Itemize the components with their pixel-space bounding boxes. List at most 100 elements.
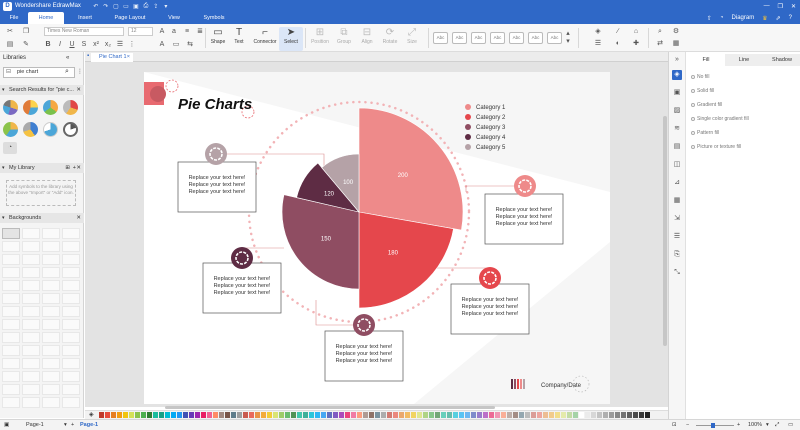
background-thumbnail[interactable]: [2, 241, 20, 252]
shadow-icon[interactable]: ◐: [614, 40, 622, 48]
zoom-in-icon[interactable]: +: [737, 420, 740, 430]
background-thumbnail[interactable]: [22, 267, 40, 278]
background-thumbnail[interactable]: [42, 254, 60, 265]
callout-text-line[interactable]: Replace your text here!: [496, 207, 553, 213]
text-tool-button[interactable]: T Text: [227, 27, 251, 51]
cut-icon[interactable]: ✂: [6, 28, 14, 36]
background-thumbnail[interactable]: [62, 345, 80, 356]
color-swatch[interactable]: [147, 412, 152, 418]
shapes-icon[interactable]: ✚: [632, 40, 640, 48]
color-swatch[interactable]: [375, 412, 380, 418]
callout-text-line[interactable]: Replace your text here!: [336, 344, 393, 350]
tab-shadow[interactable]: Shadow: [763, 54, 800, 66]
background-thumbnail[interactable]: [22, 371, 40, 382]
lock-icon[interactable]: ⌂: [632, 28, 640, 36]
callout-text-line[interactable]: Replace your text here!: [214, 276, 271, 282]
rotate-button[interactable]: ⟳ Rotate: [378, 27, 402, 51]
page-tab-active[interactable]: Page-1: [80, 420, 98, 430]
tab-home[interactable]: Home: [28, 12, 64, 24]
option-single-color-gradient-fill[interactable]: Single color gradient fill: [691, 116, 749, 122]
tab-fill[interactable]: Fill: [687, 54, 725, 66]
find-icon[interactable]: ⌕: [656, 28, 664, 36]
color-swatch[interactable]: [567, 412, 572, 418]
background-thumbnail[interactable]: [2, 254, 20, 265]
save-icon[interactable]: ▣: [131, 3, 141, 10]
background-thumbnail[interactable]: [42, 358, 60, 369]
background-thumbnail[interactable]: [22, 293, 40, 304]
tab-line[interactable]: Line: [725, 54, 763, 66]
color-swatch[interactable]: [591, 412, 596, 418]
text-direction-icon[interactable]: ⇆: [186, 41, 194, 49]
callout-text-line[interactable]: Replace your text here!: [189, 189, 246, 195]
callout-text-line[interactable]: Replace your text here!: [189, 175, 246, 181]
callout-text-line[interactable]: Replace your text here!: [496, 214, 553, 220]
background-thumbnail[interactable]: [22, 306, 40, 317]
numbering-icon[interactable]: ⋮: [128, 41, 136, 49]
size-button[interactable]: ⤢ Size: [400, 27, 424, 51]
format-painter-icon[interactable]: ✎: [22, 41, 30, 49]
style-preset-2[interactable]: Abc: [452, 32, 467, 44]
user-diagram-menu[interactable]: Diagram: [728, 15, 759, 21]
pie-symbol-2[interactable]: [23, 100, 38, 115]
color-swatch[interactable]: [585, 412, 590, 418]
page-dropdown-icon[interactable]: ▾: [64, 420, 67, 430]
undo-icon[interactable]: ↶: [91, 3, 101, 10]
search-options-icon[interactable]: ⋮: [77, 68, 83, 75]
open-folder-icon[interactable]: ▭: [121, 3, 131, 10]
data-panel-icon[interactable]: ◫: [672, 160, 682, 170]
fill-panel-icon[interactable]: ◈: [672, 70, 682, 80]
color-swatch[interactable]: [471, 412, 476, 418]
select-tool-button[interactable]: ➤ Select: [279, 27, 303, 51]
pie-symbol-9[interactable]: ◔: [3, 142, 17, 154]
export-icon[interactable]: ⇪: [151, 3, 161, 10]
search-results-section[interactable]: ▾ Search Results for "pie c... ✕: [0, 85, 84, 95]
vertical-scrollbar[interactable]: [663, 116, 667, 346]
color-swatch[interactable]: [387, 412, 392, 418]
background-thumbnail[interactable]: [22, 228, 40, 239]
color-swatch[interactable]: [381, 412, 386, 418]
background-thumbnail[interactable]: [62, 228, 80, 239]
option-picture-or-texture-fill[interactable]: Picture or texture fill: [691, 144, 741, 150]
background-thumbnail[interactable]: [62, 254, 80, 265]
font-size-select[interactable]: 12: [128, 27, 153, 36]
color-swatch[interactable]: [171, 412, 176, 418]
option-pattern-fill[interactable]: Pattern fill: [691, 130, 719, 136]
paste-icon[interactable]: ▤: [6, 41, 14, 49]
color-swatch[interactable]: [573, 412, 578, 418]
pie-chart-svg[interactable]: Pie Charts Replace your text here!Replac…: [144, 72, 610, 404]
copy-icon[interactable]: ❐: [22, 28, 30, 36]
background-thumbnail[interactable]: [2, 371, 20, 382]
color-swatch[interactable]: [141, 412, 146, 418]
background-thumbnail[interactable]: [22, 241, 40, 252]
background-thumbnail[interactable]: [2, 319, 20, 330]
pie-symbol-7[interactable]: [43, 122, 58, 137]
background-thumbnail[interactable]: [62, 384, 80, 395]
line-style-icon[interactable]: ☰: [594, 40, 602, 48]
page-selector[interactable]: Page-1: [26, 420, 44, 430]
color-swatch[interactable]: [189, 412, 194, 418]
color-swatch[interactable]: [405, 412, 410, 418]
background-thumbnail[interactable]: [2, 358, 20, 369]
line-color-icon[interactable]: ∕: [614, 28, 622, 36]
background-thumbnail[interactable]: [42, 228, 60, 239]
color-swatch[interactable]: [183, 412, 188, 418]
background-thumbnail[interactable]: [62, 319, 80, 330]
tab-insert[interactable]: Insert: [64, 12, 106, 24]
color-swatch[interactable]: [225, 412, 230, 418]
background-thumbnail[interactable]: [42, 345, 60, 356]
color-swatch[interactable]: [105, 412, 110, 418]
background-thumbnail[interactable]: [2, 228, 20, 239]
color-swatch[interactable]: [417, 412, 422, 418]
drawing-page[interactable]: Pie Charts Replace your text here! Replac…: [144, 72, 610, 404]
zoom-slider[interactable]: [696, 425, 734, 426]
background-thumbnail[interactable]: [22, 319, 40, 330]
color-swatch[interactable]: [633, 412, 638, 418]
underline-icon[interactable]: U: [68, 41, 76, 49]
color-swatch[interactable]: [111, 412, 116, 418]
color-swatch[interactable]: [249, 412, 254, 418]
close-tab-icon[interactable]: ×: [127, 53, 130, 62]
page-panel-icon[interactable]: ▤: [672, 142, 682, 152]
background-thumbnail[interactable]: [42, 371, 60, 382]
background-thumbnail[interactable]: [2, 293, 20, 304]
color-swatch[interactable]: [447, 412, 452, 418]
